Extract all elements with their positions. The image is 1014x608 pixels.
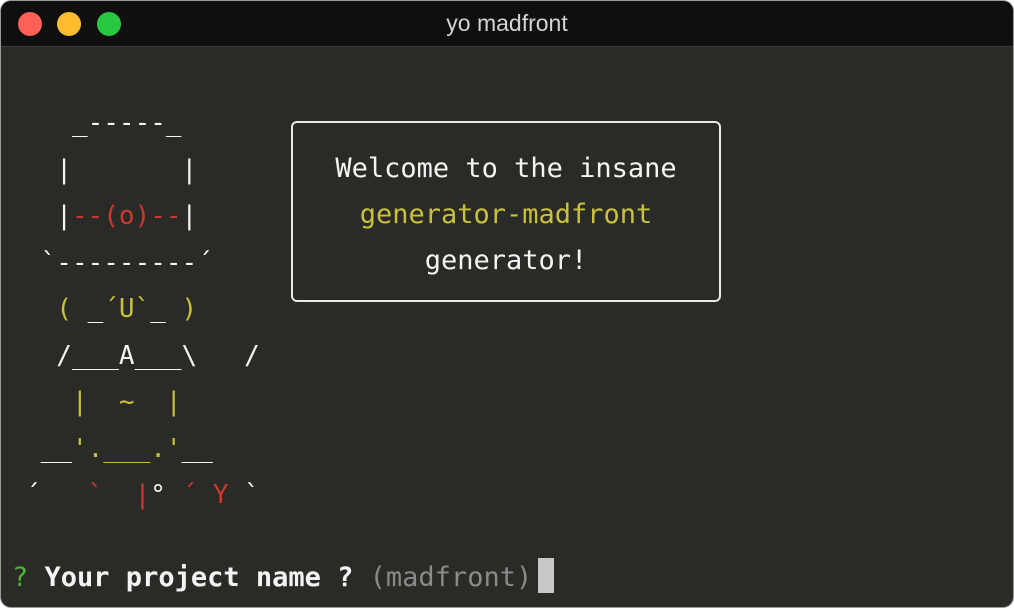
project-name-prompt: ? Your project name ? (madfront) <box>12 555 555 601</box>
ascii-art-segment: | ~ | <box>71 387 182 417</box>
ascii-art-segment: __ <box>25 433 72 464</box>
ascii-art-segment <box>25 387 72 417</box>
ascii-art-segment: _ <box>87 294 104 324</box>
yeoman-ascii-art: _-----_ | | |--(o)--| `---------´ ( _´U`… <box>25 100 260 519</box>
ascii-art-segment: `---------´ <box>25 247 213 278</box>
ascii-art-line: ´ ` |° ´ Y ` <box>25 472 260 519</box>
ascii-art-segment: '.___.' <box>71 433 182 464</box>
ascii-art-segment: | <box>181 201 198 231</box>
ascii-art-segment: | <box>134 480 151 510</box>
generator-name: generator-madfront <box>359 199 653 230</box>
ascii-art-segment: --(o)-- <box>71 201 182 231</box>
ascii-art-line: | | <box>25 147 260 194</box>
ascii-art-segment: _ <box>150 294 166 324</box>
prompt-default-value: (madfront) <box>369 562 533 593</box>
ascii-art-segment <box>25 294 56 324</box>
welcome-line-3: generator! <box>424 245 588 276</box>
ascii-art-segment <box>103 480 134 510</box>
ascii-art-segment: | | <box>25 154 198 185</box>
ascii-art-segment: /___A___\ / <box>25 340 260 371</box>
ascii-art-line: | ~ | <box>25 379 260 426</box>
ascii-art-segment: ´ <box>25 480 88 510</box>
ascii-art-segment: ) <box>165 294 198 324</box>
ascii-art-line: /___A___\ / <box>25 333 260 380</box>
ascii-art-line: `---------´ <box>25 240 260 287</box>
title-bar: yo madfront <box>1 1 1013 47</box>
welcome-line-1: Welcome to the insane <box>335 153 677 184</box>
ascii-art-segment: ´U` <box>103 294 151 324</box>
ascii-art-segment: ` <box>87 480 104 510</box>
ascii-art-segment: ° <box>150 480 182 510</box>
prompt-question-marker: ? <box>12 562 29 593</box>
terminal-window: yo madfront _-----_ | | |--(o)--| `-----… <box>1 1 1013 607</box>
ascii-art-segment: __ <box>181 433 213 464</box>
terminal-content[interactable]: _-----_ | | |--(o)--| `---------´ ( _´U`… <box>1 47 1013 607</box>
prompt-question-text: Your project name ? <box>44 562 354 593</box>
ascii-art-segment: _-----_ <box>25 108 182 138</box>
ascii-art-segment: ` <box>228 480 260 510</box>
ascii-art-line: ( _´U`_ ) <box>25 286 260 333</box>
ascii-art-segment: ( <box>56 294 88 324</box>
welcome-message-box: Welcome to the insane generator-madfront… <box>291 121 721 302</box>
terminal-cursor[interactable] <box>538 558 555 593</box>
window-title: yo madfront <box>446 10 568 36</box>
ascii-art-line: _-----_ <box>25 100 260 147</box>
ascii-art-segment: | <box>25 201 72 231</box>
ascii-art-line: |--(o)--| <box>25 193 260 240</box>
ascii-art-line: __'.___.'__ <box>25 426 260 473</box>
ascii-art-segment: ´ Y <box>181 480 229 510</box>
